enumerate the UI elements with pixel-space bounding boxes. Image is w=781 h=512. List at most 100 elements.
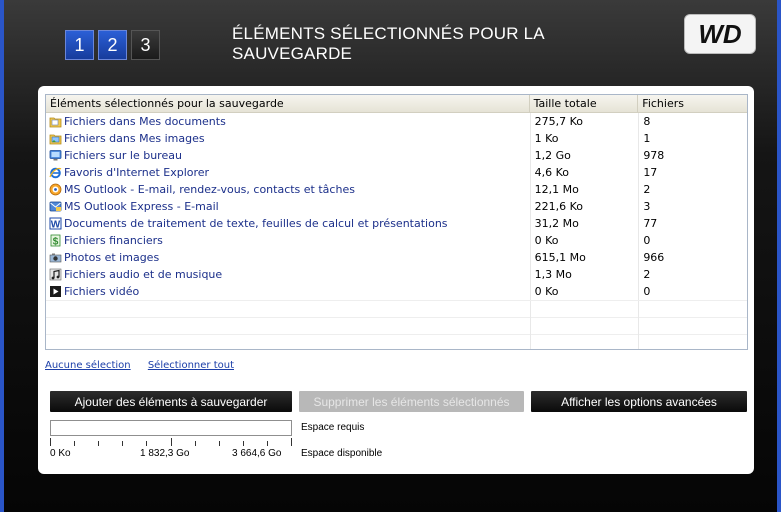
column-header-size[interactable]: Taille totale (530, 95, 639, 112)
list-item-file-count: 8 (638, 113, 747, 130)
list-item-label: Fichiers financiers (64, 234, 163, 247)
list-item-size: 1,3 Mo (529, 266, 639, 283)
empty-list-row (46, 334, 747, 349)
list-item-file-count: 0 (638, 283, 747, 300)
outlook-express-icon (49, 200, 62, 213)
select-all-link[interactable]: Sélectionner tout (148, 360, 234, 371)
list-item[interactable]: W Documents de traitement de texte, feuil… (46, 215, 747, 232)
space-available-label: Espace disponible (301, 448, 383, 459)
list-item-size: 0 Ko (529, 283, 639, 300)
space-required-label: Espace requis (301, 422, 365, 433)
list-item-label: Fichiers dans Mes images (64, 132, 205, 145)
list-item-label: MS Outlook - E-mail, rendez-vous, contac… (64, 183, 355, 196)
list-item-size: 1 Ko (529, 130, 639, 147)
my-documents-icon (49, 115, 62, 128)
empty-list-row (46, 317, 747, 335)
list-item-name: Fichiers audio et de musique (46, 266, 530, 283)
list-item-label: Documents de traitement de texte, feuill… (64, 217, 448, 230)
step-indicator: 1 2 3 (65, 30, 160, 60)
list-item-file-count: 978 (638, 147, 747, 164)
select-none-link[interactable]: Aucune sélection (45, 360, 131, 371)
list-item-size: 275,7 Ko (529, 113, 639, 130)
list-item[interactable]: MS Outlook Express - E-mail 221,6 Ko 3 (46, 198, 747, 215)
scale-label-mid: 1 832,3 Go (140, 448, 190, 459)
financial-files-icon: $ (49, 234, 62, 247)
list-item-size: 31,2 Mo (529, 215, 639, 232)
desktop-icon (49, 149, 62, 162)
scale-tick (218, 441, 220, 446)
list-item-size: 221,6 Ko (529, 198, 639, 215)
scale-tick (122, 441, 124, 446)
list-item-file-count: 2 (638, 181, 747, 198)
list-item-file-count: 0 (638, 232, 747, 249)
scale-tick (194, 441, 196, 446)
column-header-items[interactable]: Éléments sélectionnés pour la sauvegarde (46, 95, 530, 112)
show-advanced-options-button[interactable]: Afficher les options avancées (531, 391, 747, 412)
list-item[interactable]: Fichiers dans Mes images 1 Ko 1 (46, 130, 747, 147)
list-item-file-count: 17 (638, 164, 747, 181)
list-item[interactable]: $ Fichiers financiers 0 Ko 0 (46, 232, 747, 249)
list-item[interactable]: Favoris d'Internet Explorer 4,6 Ko 17 (46, 164, 747, 181)
music-icon (49, 268, 62, 281)
selection-links: Aucune sélection Sélectionner tout (45, 360, 248, 371)
list-item-label: Photos et images (64, 251, 160, 264)
logo-text: WD (698, 19, 742, 49)
list-header: Éléments sélectionnés pour la sauvegarde… (46, 95, 747, 113)
backup-items-list[interactable]: Éléments sélectionnés pour la sauvegarde… (45, 94, 748, 350)
video-icon (49, 285, 62, 298)
step-2[interactable]: 2 (98, 30, 127, 60)
list-item-label: MS Outlook Express - E-mail (64, 200, 219, 213)
step-3[interactable]: 3 (131, 30, 160, 60)
scale-tick (98, 441, 100, 446)
list-item-size: 1,2 Go (529, 147, 639, 164)
column-header-files[interactable]: Fichiers (638, 95, 747, 112)
list-rows: Fichiers dans Mes documents 275,7 Ko 8 Fich… (46, 113, 747, 349)
scale-tick (74, 441, 76, 446)
list-item[interactable]: Fichiers audio et de musique 1,3 Mo 2 (46, 266, 747, 283)
list-item-name: Photos et images (46, 249, 530, 266)
list-item[interactable]: Fichiers vidéo 0 Ko 0 (46, 283, 747, 300)
svg-text:$: $ (53, 237, 59, 248)
list-item-name: Fichiers dans Mes documents (46, 113, 530, 130)
list-item-size: 615,1 Mo (529, 249, 639, 266)
wd-logo-icon: WD (698, 19, 742, 49)
page-title: ÉLÉMENTS SÉLECTIONNÉS POUR LA SAUVEGARDE (232, 24, 544, 63)
add-items-button[interactable]: Ajouter des éléments à sauvegarder (50, 391, 292, 412)
list-item-label: Fichiers vidéo (64, 285, 140, 298)
scale-label-max: 3 664,6 Go (232, 448, 282, 459)
list-item[interactable]: MS Outlook - E-mail, rendez-vous, contac… (46, 181, 747, 198)
list-item[interactable]: Fichiers sur le bureau 1,2 Go 978 (46, 147, 747, 164)
list-item-name: Fichiers vidéo (46, 283, 530, 300)
list-item-name: MS Outlook Express - E-mail (46, 198, 530, 215)
list-item-name: Fichiers sur le bureau (46, 147, 530, 164)
list-item-file-count: 1 (638, 130, 747, 147)
scale-tick (170, 438, 172, 446)
space-required-bar (50, 420, 292, 436)
step-1[interactable]: 1 (65, 30, 94, 60)
photos-icon (49, 251, 62, 264)
list-item-file-count: 77 (638, 215, 747, 232)
outlook-icon (49, 183, 62, 196)
list-item-size: 4,6 Ko (529, 164, 639, 181)
list-item-label: Fichiers sur le bureau (64, 149, 182, 162)
internet-explorer-icon (49, 166, 62, 179)
word-document-icon: W (49, 217, 62, 230)
list-item[interactable]: Fichiers dans Mes documents 275,7 Ko 8 (46, 113, 747, 130)
scale-tick (146, 441, 148, 446)
list-item-name: W Documents de traitement de texte, feuil… (46, 215, 530, 232)
list-item-label: Favoris d'Internet Explorer (64, 166, 210, 179)
list-item[interactable]: Photos et images 615,1 Mo 966 (46, 249, 747, 266)
list-item-name: MS Outlook - E-mail, rendez-vous, contac… (46, 181, 530, 198)
scale-label-min: 0 Ko (50, 448, 71, 459)
list-item-name: Favoris d'Internet Explorer (46, 164, 530, 181)
list-item-label: Fichiers audio et de musique (64, 268, 223, 281)
svg-text:W: W (51, 220, 61, 231)
list-item-name: Fichiers dans Mes images (46, 130, 530, 147)
space-scale-ticks (50, 438, 292, 446)
scale-tick (242, 441, 244, 446)
wd-logo: WD (684, 14, 756, 54)
list-item-size: 0 Ko (529, 232, 639, 249)
empty-list-row (46, 300, 747, 318)
list-item-file-count: 3 (638, 198, 747, 215)
list-item-label: Fichiers dans Mes documents (64, 115, 226, 128)
